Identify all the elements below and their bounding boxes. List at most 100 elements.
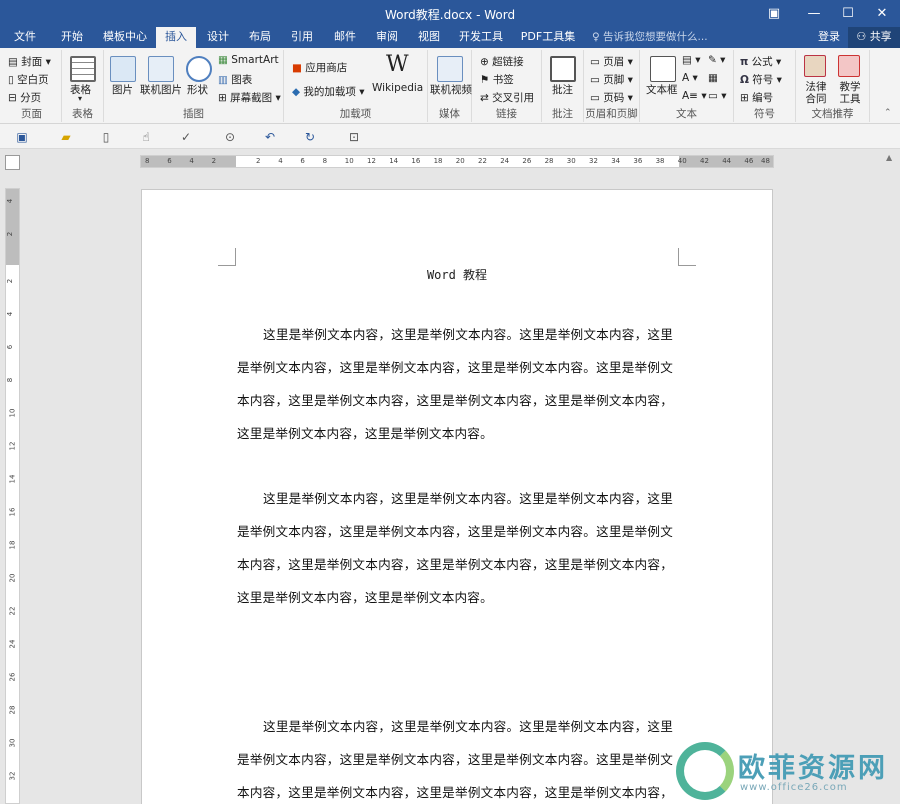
page-break-button[interactable]: ⊟ 分页 (8, 90, 41, 105)
tab-developer[interactable]: 开发工具 (452, 27, 510, 48)
cover-page-button[interactable]: ▤ 封面 ▾ (8, 54, 51, 69)
chart-button[interactable]: ▥ 图表 (218, 72, 252, 87)
spelling-icon[interactable]: ✓ (178, 129, 194, 145)
tab-file[interactable]: 文件 (6, 27, 44, 48)
drop-cap-icon[interactable]: A≡ ▾ (682, 90, 707, 102)
login-button[interactable]: 登录 (818, 27, 840, 47)
customize-toolbar-icon[interactable]: ⊡ (346, 129, 362, 145)
tab-selector-icon[interactable] (5, 155, 20, 170)
chart-icon: ▥ (218, 74, 228, 86)
tab-view[interactable]: 视图 (408, 27, 450, 48)
header-button[interactable]: ▭ 页眉 ▾ (590, 54, 633, 69)
vertical-scrollbar[interactable]: ▲ (883, 149, 900, 804)
tab-home[interactable]: 开始 (52, 27, 92, 48)
vertical-ruler[interactable]: 4 2 2 4 6 8 10 12 14 16 18 20 22 24 26 28 30 32 (5, 188, 20, 804)
group-label-addins: 加载项 (339, 108, 372, 120)
share-button[interactable]: ⚇ 共享 (848, 27, 900, 48)
paragraph-2[interactable]: 这里是举例文本内容，这里是举例文本内容。这里是举例文本内容，这里是举例文本内容，… (237, 482, 673, 614)
signature-line-icon[interactable]: ✎ ▾ (708, 54, 725, 66)
document-page[interactable]: Word 教程 这里是举例文本内容，这里是举例文本内容。这里是举例文本内容，这里… (141, 189, 773, 804)
maximize-button[interactable]: ☐ (832, 0, 864, 27)
ribbon-display-options-button[interactable]: ▣ (758, 0, 790, 27)
textbox-button[interactable]: 文本框 (646, 82, 678, 97)
my-addins-button[interactable]: ◆ 我的加载项 ▾ (292, 84, 365, 99)
horizontal-ruler[interactable]: 8 6 4 2 2 4 6 8 10 12 14 16 18 20 22 24 26 28 30 32 34 36 38 40… (140, 155, 774, 168)
break-label: 分页 (20, 92, 42, 104)
online-picture-button[interactable]: 联机图片 (140, 82, 182, 97)
document-title[interactable]: Word 教程 (142, 266, 772, 283)
cross-reference-button[interactable]: ⇄ 交叉引用 (480, 90, 534, 105)
group-recommend: 法律合同 教学工具 文档推荐 (796, 50, 870, 122)
hyperlink-button[interactable]: ⊕ 超链接 (480, 54, 524, 69)
title-bar: Word教程.docx - Word ▣ — ☐ ✕ (0, 0, 900, 27)
header-icon: ▭ (590, 56, 600, 68)
paragraph-3[interactable]: 这里是举例文本内容，这里是举例文本内容。这里是举例文本内容，这里是举例文本内容，… (237, 710, 673, 804)
ruler-tick-label: 12 (367, 157, 376, 165)
save-icon[interactable]: ▣ (14, 129, 30, 145)
redo-icon[interactable]: ↻ (302, 129, 318, 145)
store-icon: ■ (292, 62, 302, 74)
tab-references[interactable]: 引用 (282, 27, 322, 48)
equation-label: 公式 (751, 56, 773, 68)
my-addins-icon: ◆ (292, 86, 301, 98)
number-button[interactable]: ⊞ 编号 (740, 90, 773, 105)
teaching-tools-icon (838, 55, 860, 77)
ruler-tick-label: 28 (544, 157, 554, 165)
store-button[interactable]: ■ 应用商店 (292, 60, 347, 75)
page-number-button[interactable]: ▭ 页码 ▾ (590, 90, 633, 105)
touch-mode-icon[interactable]: ☝ (138, 129, 154, 145)
screenshot-label: 屏幕截图 (230, 92, 273, 104)
symbol-button[interactable]: Ω 符号 ▾ (740, 72, 782, 87)
teaching-tools-button[interactable]: 教学工具 (838, 81, 862, 105)
paragraph-1[interactable]: 这里是举例文本内容，这里是举例文本内容。这里是举例文本内容，这里是举例文本内容，… (237, 318, 673, 450)
close-button[interactable]: ✕ (866, 0, 898, 27)
law-contract-button[interactable]: 法律合同 (804, 81, 828, 105)
online-picture-icon (148, 56, 174, 82)
minimize-button[interactable]: — (798, 0, 830, 27)
comment-button[interactable]: 批注 (552, 82, 573, 97)
picture-button[interactable]: 图片 (112, 82, 133, 97)
ruler-tick-label: 8 (322, 157, 328, 165)
vertical-ruler-tick-label: 20 (8, 573, 17, 583)
vertical-ruler-tick-label: 8 (6, 377, 15, 383)
tab-layout[interactable]: 布局 (240, 27, 280, 48)
blank-page-button[interactable]: ▯ 空白页 (8, 72, 49, 87)
object-icon[interactable]: ▭ ▾ (708, 90, 727, 102)
omega-icon: Ω (740, 74, 749, 86)
shapes-button[interactable]: 形状 (187, 82, 208, 97)
ruler-tick-label: 6 (300, 157, 305, 165)
new-document-icon[interactable]: ▯ (98, 129, 114, 145)
date-time-icon[interactable]: ▦ (708, 72, 718, 84)
quick-parts-icon[interactable]: ▤ ▾ (682, 54, 701, 66)
equation-button[interactable]: π 公式 ▾ (740, 54, 781, 69)
tab-pdf-tools[interactable]: PDF工具集 (516, 27, 580, 48)
ruler-tick-label: 6 (167, 157, 172, 165)
store-label: 应用商店 (305, 62, 348, 74)
law-contract-icon (804, 55, 826, 77)
watermark-url: www.office26.com (740, 782, 848, 793)
tell-me-box[interactable]: ♀ 告诉我您想要做什么... (592, 27, 708, 48)
wikipedia-button[interactable]: Wikipedia (372, 82, 423, 94)
wordart-icon[interactable]: A ▾ (682, 72, 698, 84)
scroll-up-icon[interactable]: ▲ (886, 153, 892, 162)
vertical-ruler-tick-label: 10 (8, 408, 17, 418)
print-preview-icon[interactable]: ⊙ (222, 129, 238, 145)
collapse-ribbon-icon[interactable]: ⌃ (884, 108, 892, 118)
tab-mailings[interactable]: 邮件 (324, 27, 366, 48)
tab-review[interactable]: 审阅 (366, 27, 408, 48)
smartart-button[interactable]: ▦ SmartArt (218, 54, 279, 66)
footer-button[interactable]: ▭ 页脚 ▾ (590, 72, 633, 87)
open-folder-icon[interactable]: ▰ (58, 129, 74, 145)
table-dropdown-icon[interactable]: ▾ (78, 94, 82, 103)
tab-design[interactable]: 设计 (198, 27, 238, 48)
wikipedia-icon: W (386, 52, 409, 77)
undo-icon[interactable]: ↶ (262, 129, 278, 145)
symbol-label: 符号 (752, 74, 774, 86)
online-video-button[interactable]: 联机视频 (430, 82, 472, 97)
tab-insert[interactable]: 插入 (156, 27, 196, 48)
ruler-tick-label: 38 (655, 157, 665, 165)
ruler-area: 8 6 4 2 2 4 6 8 10 12 14 16 18 20 22 24 26 28 30 32 34 36 38 40… (0, 149, 900, 175)
tab-template-center[interactable]: 模板中心 (96, 27, 154, 48)
screenshot-button[interactable]: ⊞ 屏幕截图 ▾ (218, 90, 281, 105)
bookmark-button[interactable]: ⚑ 书签 (480, 72, 514, 87)
